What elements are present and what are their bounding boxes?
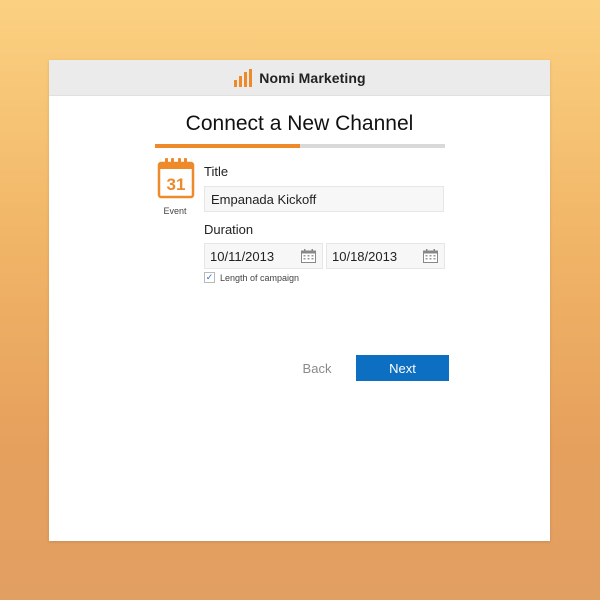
- bar-chart-logo-icon: [234, 68, 253, 87]
- wizard-window: Nomi Marketing Connect a New Channel 31 …: [49, 60, 550, 541]
- duration-label: Duration: [204, 222, 254, 237]
- checkmark-icon: ✓: [205, 272, 214, 282]
- length-of-campaign-checkbox[interactable]: ✓: [204, 272, 215, 283]
- page-title: Connect a New Channel: [185, 112, 414, 135]
- length-of-campaign-label: Length of campaign: [220, 272, 300, 283]
- start-date-field[interactable]: [204, 243, 323, 269]
- wizard-progress-bar: [155, 144, 445, 148]
- calendar-icon: 31: [157, 158, 195, 199]
- end-date-input[interactable]: [327, 244, 425, 268]
- end-date-field[interactable]: [326, 243, 445, 269]
- calendar-day-number: 31: [167, 175, 186, 194]
- wizard-progress-fill: [155, 144, 300, 148]
- title-input[interactable]: [204, 186, 444, 212]
- title-bar: Nomi Marketing: [49, 60, 550, 96]
- channel-type-label: Event: [163, 206, 187, 216]
- next-button[interactable]: Next: [356, 355, 449, 381]
- start-date-input[interactable]: [205, 244, 303, 268]
- title-label: Title: [204, 164, 229, 179]
- app-name: Nomi Marketing: [259, 69, 366, 86]
- back-button[interactable]: Back: [292, 355, 342, 381]
- calendar-picker-icon[interactable]: [301, 249, 316, 263]
- calendar-picker-icon[interactable]: [423, 249, 438, 263]
- length-of-campaign-option: ✓ Length of campaign: [204, 272, 299, 283]
